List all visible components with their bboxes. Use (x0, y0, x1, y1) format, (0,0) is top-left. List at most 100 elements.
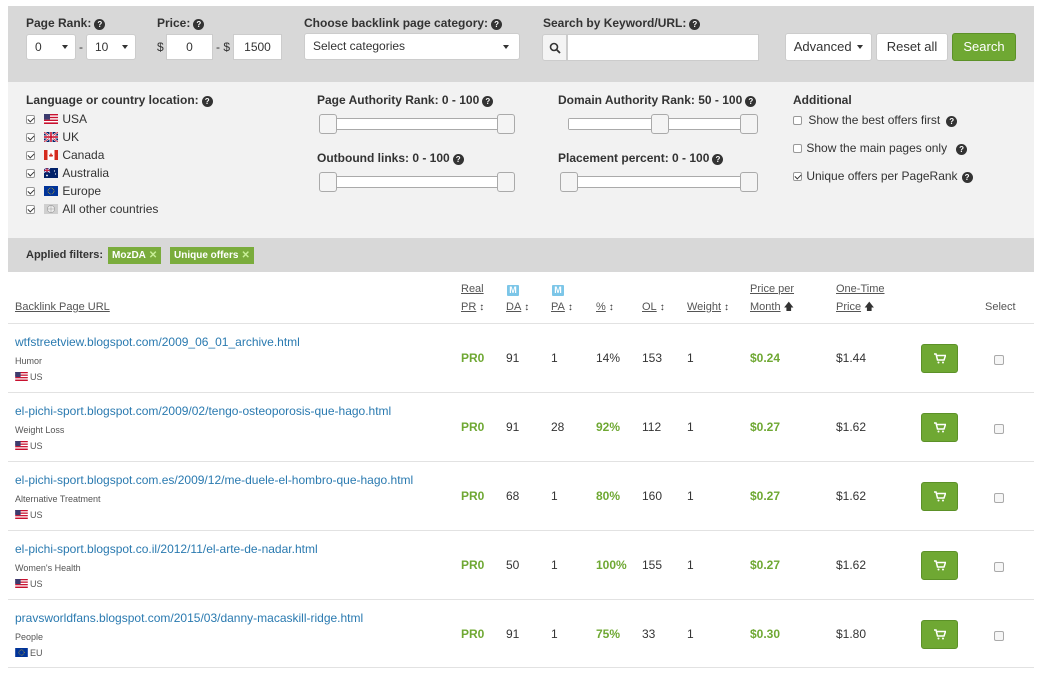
checkbox[interactable] (26, 205, 35, 214)
row-category: Women's Health (15, 563, 81, 573)
row-da: 91 (506, 351, 520, 365)
row-select-checkbox[interactable] (994, 631, 1004, 641)
row-percent: 80% (596, 489, 621, 503)
backlink-url-link[interactable]: pravsworldfans.blogspot.com/2015/03/dann… (15, 611, 363, 625)
category-select[interactable]: Select categories (304, 33, 520, 60)
col-header-da[interactable]: DA ↕ (506, 299, 529, 316)
checkbox[interactable] (26, 169, 35, 178)
slider-min-handle[interactable] (319, 172, 337, 192)
add-to-cart-button[interactable] (921, 482, 958, 511)
col-header-percent[interactable]: % ↕ (596, 299, 614, 316)
add-to-cart-button[interactable] (921, 344, 958, 373)
backlink-url-link[interactable]: el-pichi-sport.blogspot.com.es/2009/12/m… (15, 473, 413, 487)
backlink-url-link[interactable]: el-pichi-sport.blogspot.com/2009/02/teng… (15, 404, 391, 418)
row-select-checkbox[interactable] (994, 424, 1004, 434)
add-to-cart-button[interactable] (921, 413, 958, 442)
filter-panel: Language or country location:? USA UK Ca… (8, 82, 1034, 238)
help-icon[interactable]: ? (193, 19, 205, 30)
remove-x-icon[interactable]: ✕ (149, 250, 157, 261)
slider-max-handle[interactable] (740, 172, 758, 192)
checkbox[interactable] (26, 151, 35, 160)
price-to-input[interactable]: 1500 (233, 34, 282, 60)
page-authority-slider[interactable] (319, 114, 515, 134)
remove-x-icon[interactable]: ✕ (241, 250, 249, 261)
row-select-checkbox[interactable] (994, 562, 1004, 572)
row-pr: PR0 (461, 489, 485, 503)
help-icon[interactable]: ? (961, 172, 973, 183)
unique-offers-option[interactable]: Unique offers per PageRank? (793, 169, 973, 183)
slider-max-handle[interactable] (740, 114, 758, 134)
us-flag-icon (15, 510, 28, 519)
add-to-cart-button[interactable] (921, 620, 958, 649)
slider-min-handle[interactable] (560, 172, 578, 192)
help-icon[interactable]: ? (712, 154, 724, 165)
help-icon[interactable]: ? (491, 19, 503, 30)
col-header-price-per[interactable]: Price per (750, 281, 794, 298)
add-to-cart-button[interactable] (921, 551, 958, 580)
help-icon[interactable]: ? (689, 19, 701, 30)
help-icon[interactable]: ? (956, 144, 968, 155)
slider-min-handle[interactable] (651, 114, 669, 134)
filter-tag-unique-offers[interactable]: Unique offers ✕ (170, 247, 254, 264)
row-category: Alternative Treatment (15, 494, 101, 504)
checkbox[interactable] (793, 116, 802, 125)
row-category: Humor (15, 356, 43, 366)
search-button[interactable]: Search (952, 33, 1016, 61)
help-icon[interactable]: ? (946, 116, 958, 127)
col-header-real[interactable]: Real (461, 281, 484, 298)
country-option-europe[interactable]: Europe (26, 184, 101, 198)
col-header-ol[interactable]: OL ↕ (642, 299, 665, 316)
checkbox[interactable] (793, 144, 802, 153)
sort-up-icon: 🡅 (783, 302, 794, 313)
page-rank-from-select[interactable]: 0 (26, 34, 76, 60)
slider-max-handle[interactable] (497, 114, 515, 134)
main-pages-option[interactable]: Show the main pages only? (793, 141, 968, 155)
row-select-checkbox[interactable] (994, 493, 1004, 503)
help-icon[interactable]: ? (94, 19, 106, 30)
sort-updown-icon: ↕ (524, 302, 530, 313)
col-header-month[interactable]: Month 🡅 (750, 299, 794, 316)
advanced-button[interactable]: Advanced (785, 33, 872, 61)
backlink-url-link[interactable]: wtfstreetview.blogspot.com/2009_06_01_ar… (15, 335, 300, 349)
domain-authority-slider[interactable] (568, 114, 758, 134)
placement-percent-label: Placement percent: 0 - 100? (558, 151, 724, 165)
row-one-time-price: $1.80 (836, 627, 867, 641)
outbound-links-slider[interactable] (319, 172, 515, 192)
slider-max-handle[interactable] (497, 172, 515, 192)
search-input[interactable] (567, 34, 759, 61)
col-header-url[interactable]: Backlink Page URL (15, 299, 110, 316)
table-row: pravsworldfans.blogspot.com/2015/03/dann… (8, 599, 1034, 668)
col-header-weight[interactable]: Weight ↕ (687, 299, 729, 316)
checkbox[interactable] (793, 172, 802, 181)
filter-tag-mozda[interactable]: MozDA ✕ (108, 247, 162, 264)
row-select-checkbox[interactable] (994, 355, 1004, 365)
country-option-usa[interactable]: USA (26, 112, 87, 126)
checkbox[interactable] (26, 187, 35, 196)
col-header-pr[interactable]: PR ↕ (461, 299, 484, 316)
col-header-one-time[interactable]: One-Time (836, 281, 885, 298)
row-percent: 100% (596, 558, 627, 572)
country-option-all-other[interactable]: All other countries (26, 202, 158, 216)
reset-all-button[interactable]: Reset all (876, 33, 948, 61)
country-option-canada[interactable]: Canada (26, 148, 104, 162)
slider-min-handle[interactable] (319, 114, 337, 134)
page-rank-to-select[interactable]: 10 (86, 34, 136, 60)
backlink-url-link[interactable]: el-pichi-sport.blogspot.co.il/2012/11/el… (15, 542, 318, 556)
help-icon[interactable]: ? (745, 96, 757, 107)
search-toolbar: Page Rank:? 0 - 10 Price:? $ 0 - $ 1500 … (8, 6, 1034, 82)
country-option-uk[interactable]: UK (26, 130, 79, 144)
eu-flag-icon (15, 648, 28, 657)
checkbox[interactable] (26, 133, 35, 142)
col-header-price[interactable]: Price 🡅 (836, 299, 874, 316)
cart-icon (934, 491, 946, 502)
row-ol: 155 (642, 558, 663, 572)
country-option-australia[interactable]: Australia (26, 166, 109, 180)
help-icon[interactable]: ? (482, 96, 494, 107)
help-icon[interactable]: ? (201, 96, 213, 107)
best-offers-option[interactable]: Show the best offers first? (793, 113, 958, 127)
price-from-input[interactable]: 0 (166, 34, 213, 60)
checkbox[interactable] (26, 115, 35, 124)
col-header-pa[interactable]: PA ↕ (551, 299, 573, 316)
help-icon[interactable]: ? (452, 154, 464, 165)
placement-percent-slider[interactable] (560, 172, 758, 192)
